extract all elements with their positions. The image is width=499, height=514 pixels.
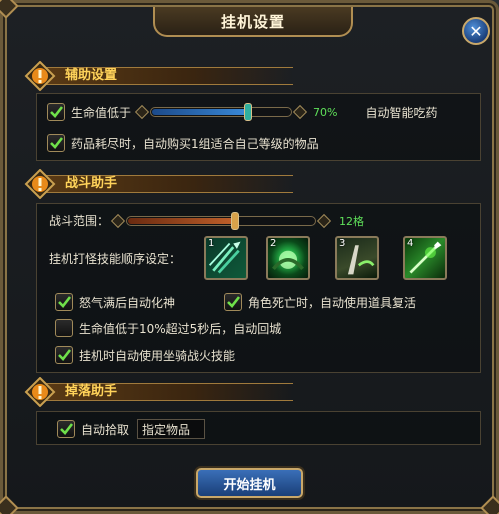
checkmark-icon — [50, 137, 64, 149]
hp-threshold-checkbox[interactable] — [47, 103, 65, 121]
loot-panel: 自动拾取 — [36, 411, 481, 445]
auto-pickup-label: 自动拾取 — [81, 422, 130, 437]
slider-fill — [152, 109, 249, 115]
hp-threshold-row: 生命值低于 70% 自动智能吃药 — [47, 103, 437, 121]
skill-slot-number: 2 — [270, 238, 277, 249]
pickup-item-input[interactable] — [137, 419, 206, 439]
combat-range-slider[interactable] — [126, 211, 317, 230]
slider-fill — [128, 217, 236, 224]
exclamation-gem-icon — [23, 377, 57, 407]
section-header-loot: 掉落助手 — [23, 377, 293, 407]
combat-range-label: 战斗范围： — [49, 214, 110, 228]
start-auto-hunt-button[interactable]: 开始挂机 — [196, 468, 303, 498]
skill-slot-4[interactable]: 4 — [403, 236, 447, 280]
slider-cap-icon — [292, 104, 308, 120]
combat-panel: 战斗范围： 12格 挂机打怪技能顺序设定： 1 2 3 4 怒气满后自动化神 角… — [36, 203, 481, 373]
hp-threshold-slider[interactable] — [150, 103, 293, 121]
section-header-assist: 辅助设置 — [23, 61, 293, 91]
section-header-combat: 战斗助手 — [23, 169, 293, 199]
exclamation-gem-icon — [23, 169, 57, 199]
window-title: 挂机设置 — [220, 12, 285, 31]
checkmark-icon — [50, 106, 64, 118]
rage-transform-label: 怒气满后自动化神 — [79, 295, 176, 310]
title-bar[interactable]: 挂机设置 — [153, 7, 353, 37]
checkmark-icon — [227, 296, 241, 308]
potion-restock-checkbox[interactable] — [47, 134, 65, 152]
combat-range-value: 12格 — [339, 214, 365, 228]
frame-corner-ornament — [0, 495, 19, 514]
skill-order-label-row: 挂机打怪技能顺序设定： — [49, 250, 181, 267]
hp-threshold-label: 生命值低于 — [71, 105, 132, 120]
hp-threshold-value: 70% — [313, 105, 338, 119]
auto-revive-row: 角色死亡时，自动使用道具复活 — [224, 293, 416, 311]
skill-slot-number: 1 — [208, 238, 215, 249]
auto-return-checkbox[interactable] — [55, 319, 73, 337]
auto-revive-checkbox[interactable] — [224, 293, 242, 311]
frame-corner-ornament — [480, 495, 499, 514]
rage-transform-checkbox[interactable] — [55, 293, 73, 311]
checkmark-icon — [58, 349, 72, 361]
slider-thumb[interactable] — [230, 211, 239, 230]
checkmark-icon — [58, 296, 72, 308]
slider-cap-icon — [134, 104, 150, 120]
potion-restock-row: 药品耗尽时，自动购买1组适合自己等级的物品 — [47, 134, 319, 152]
skill-slot-2[interactable]: 2 — [266, 236, 310, 280]
mount-skill-checkbox[interactable] — [55, 346, 73, 364]
auto-pickup-row: 自动拾取 — [57, 419, 206, 439]
section-title: 辅助设置 — [65, 68, 118, 83]
close-button[interactable]: ✕ — [462, 17, 490, 45]
auto-hunt-settings-window: 挂机设置 ✕ 辅助设置 生命值低于 70% 自动智能吃药 药品耗尽时，自动购买1… — [0, 0, 499, 514]
slider-cap-icon — [316, 213, 332, 228]
frame-corner-ornament — [0, 0, 19, 19]
mount-skill-label: 挂机时自动使用坐骑战火技能 — [79, 348, 236, 363]
section-title: 掉落助手 — [65, 384, 118, 399]
auto-pickup-checkbox[interactable] — [57, 420, 75, 438]
slider-cap-icon — [110, 213, 126, 228]
auto-return-label: 生命值低于10%超过5秒后，自动回城 — [79, 321, 282, 336]
hp-threshold-action: 自动智能吃药 — [365, 105, 438, 120]
skill-order-label: 挂机打怪技能顺序设定： — [49, 252, 182, 266]
assist-panel: 生命值低于 70% 自动智能吃药 药品耗尽时，自动购买1组适合自己等级的物品 — [36, 93, 481, 161]
checkmark-icon — [60, 423, 74, 435]
rage-transform-row: 怒气满后自动化神 — [55, 293, 175, 311]
combat-range-row: 战斗范围： 12格 — [49, 211, 365, 230]
auto-return-row: 生命值低于10%超过5秒后，自动回城 — [55, 319, 281, 337]
exclamation-gem-icon — [23, 61, 57, 91]
skill-slot-1[interactable]: 1 — [204, 236, 248, 280]
mount-skill-row: 挂机时自动使用坐骑战火技能 — [55, 346, 235, 364]
skill-slot-number: 4 — [407, 238, 414, 249]
skill-slot-3[interactable]: 3 — [335, 236, 379, 280]
skill-slot-number: 3 — [339, 238, 346, 249]
auto-revive-label: 角色死亡时，自动使用道具复活 — [248, 295, 417, 310]
potion-restock-label: 药品耗尽时，自动购买1组适合自己等级的物品 — [71, 136, 319, 151]
section-title: 战斗助手 — [65, 176, 118, 191]
close-icon: ✕ — [469, 21, 483, 41]
slider-thumb[interactable] — [243, 103, 252, 121]
